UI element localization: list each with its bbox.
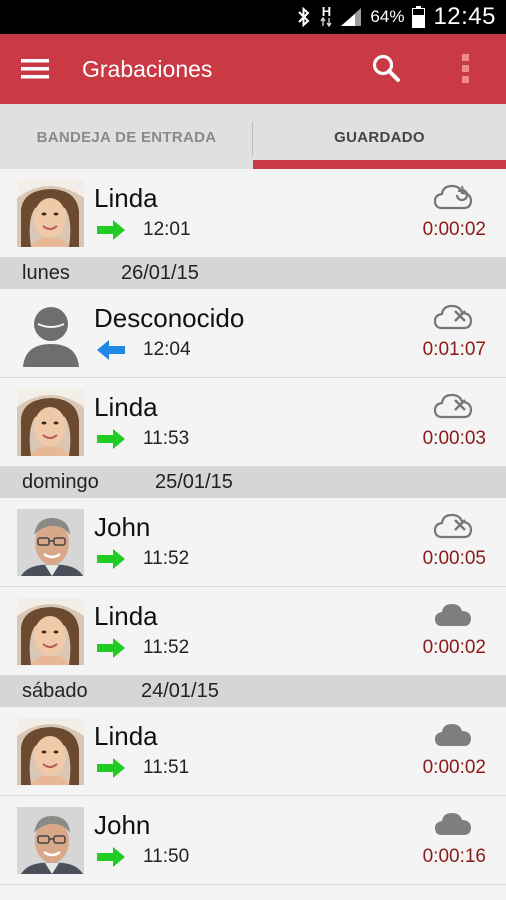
cloud-filled-icon[interactable] (433, 600, 473, 628)
call-time: 11:52 (143, 548, 190, 569)
avatar-unknown (17, 300, 84, 367)
contact-name: Linda (94, 183, 158, 213)
contact-name: John (94, 810, 151, 840)
call-duration: 0:00:05 (422, 548, 486, 569)
bluetooth-icon (296, 6, 312, 28)
call-time: 11:50 (143, 846, 190, 867)
call-duration: 0:00:02 (422, 637, 486, 658)
outgoing-call-icon (96, 429, 126, 449)
day-name: domingo (22, 471, 99, 493)
clock: 12:45 (433, 3, 496, 30)
cloud-filled-icon[interactable] (433, 809, 473, 837)
call-duration: 0:00:02 (422, 219, 486, 240)
incoming-call-icon (96, 340, 126, 360)
avatar-linda (17, 598, 84, 665)
avatar-linda (17, 180, 84, 247)
day-name: sábado (22, 680, 88, 702)
outgoing-call-icon (96, 758, 126, 778)
day-date: 26/01/15 (121, 262, 199, 284)
list-item[interactable]: Linda 11:51 0:00:02 (0, 707, 506, 796)
call-duration: 0:00:03 (422, 428, 486, 449)
menu-icon[interactable] (20, 56, 50, 82)
cloud-sync-icon[interactable] (433, 182, 473, 210)
day-header: domingo 25/01/15 (0, 467, 506, 498)
avatar-john (17, 509, 84, 576)
day-name: lunes (22, 262, 70, 284)
call-time: 12:01 (143, 219, 191, 240)
cloud-off-icon[interactable] (433, 511, 473, 539)
outgoing-call-icon (96, 220, 126, 240)
avatar-linda (17, 718, 84, 785)
network-type-label: H (321, 4, 332, 19)
list-item[interactable]: Linda 11:53 0:00:03 (0, 378, 506, 467)
battery-icon (412, 6, 426, 28)
list-item[interactable]: Linda 12:01 0:00:02 (0, 169, 506, 258)
call-time: 11:51 (143, 757, 190, 778)
day-date: 25/01/15 (155, 471, 233, 493)
call-duration: 0:01:07 (422, 339, 486, 360)
cloud-off-icon[interactable] (433, 302, 473, 330)
contact-name: Linda (94, 392, 158, 422)
signal-icon (340, 7, 362, 27)
data-activity-icon: H (320, 4, 332, 27)
overflow-menu-icon[interactable] (450, 52, 482, 86)
contact-name: Linda (94, 721, 158, 751)
day-header: lunes 26/01/15 (0, 258, 506, 289)
tab-selected-indicator (253, 160, 506, 169)
recordings-list: Linda 12:01 0:00:02 lunes 26/01/15 Desco… (0, 169, 506, 885)
cloud-off-icon[interactable] (433, 391, 473, 419)
call-time: 12:04 (143, 339, 191, 360)
day-header: sábado 24/01/15 (0, 676, 506, 707)
avatar-linda (17, 389, 84, 456)
list-item[interactable]: Desconocido 12:04 0:01:07 (0, 289, 506, 378)
day-date: 24/01/15 (141, 680, 219, 702)
avatar-john (17, 807, 84, 874)
list-item[interactable]: Linda 11:52 0:00:02 (0, 587, 506, 676)
list-item[interactable]: John 11:50 0:00:16 (0, 796, 506, 885)
contact-name: Desconocido (94, 303, 245, 333)
call-time: 11:52 (143, 637, 190, 658)
tab-inbox[interactable]: BANDEJA DE ENTRADA (0, 104, 253, 170)
app-toolbar: Grabaciones (0, 34, 506, 104)
call-time: 11:53 (143, 428, 190, 449)
call-duration: 0:00:02 (422, 757, 486, 778)
battery-percent: 64% (370, 7, 405, 26)
contact-name: Linda (94, 601, 158, 631)
call-duration: 0:00:16 (422, 846, 486, 867)
outgoing-call-icon (96, 549, 126, 569)
search-icon[interactable] (370, 52, 404, 86)
cloud-filled-icon[interactable] (433, 720, 473, 748)
status-bar: H 64% 12:45 (0, 0, 506, 34)
outgoing-call-icon (96, 847, 126, 867)
page-title: Grabaciones (82, 56, 213, 82)
outgoing-call-icon (96, 638, 126, 658)
list-item[interactable]: John 11:52 0:00:05 (0, 498, 506, 587)
contact-name: John (94, 512, 151, 542)
